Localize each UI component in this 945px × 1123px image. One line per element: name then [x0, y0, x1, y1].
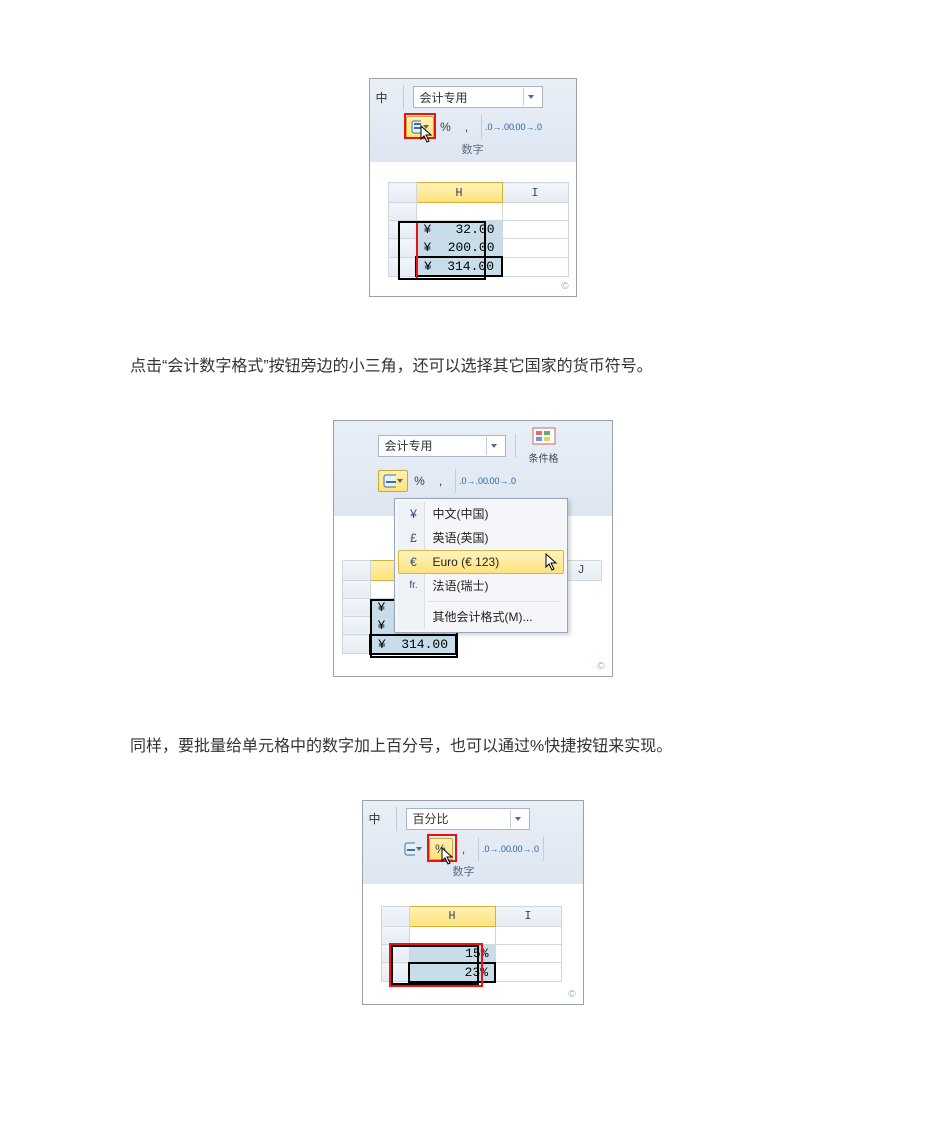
menu-item-gbp[interactable]: £ 英语(英国): [398, 526, 564, 550]
comma-style-button[interactable]: ,: [458, 116, 476, 138]
chevron-down-icon[interactable]: [523, 88, 538, 106]
cell-H-r2[interactable]: ¥200.00: [416, 239, 502, 258]
watermark: ©: [561, 281, 569, 292]
percent-style-button[interactable]: %: [436, 116, 456, 138]
col-header-I[interactable]: I: [495, 906, 561, 926]
menu-item-euro[interactable]: € Euro (€ 123): [398, 550, 564, 574]
number-format-dropdown[interactable]: 百分比: [406, 808, 530, 830]
align-snippet: 中: [369, 810, 387, 827]
figure-3: 中 百分比 % , .0→.00 .00→.0: [362, 800, 584, 1005]
ribbon-number-group: 中 会计专用 % ,: [370, 79, 576, 162]
conditional-formatting-button[interactable]: 条件格: [525, 427, 563, 465]
caption-2: 同样，要批量给单元格中的数字加上百分号，也可以通过%快捷按钮来实现。: [0, 725, 945, 770]
chevron-down-icon[interactable]: [486, 437, 501, 455]
comma-style-button[interactable]: ,: [432, 470, 450, 492]
worksheet[interactable]: H I 15% 23%: [381, 906, 562, 983]
number-format-dropdown[interactable]: 会计专用: [378, 435, 506, 457]
cell-H-r3[interactable]: ¥314.00: [370, 635, 456, 654]
group-label-number: 数字: [399, 861, 529, 882]
menu-item-more-formats[interactable]: 其他会计格式(M)...: [398, 605, 564, 629]
align-snippet: 中: [376, 89, 394, 106]
watermark: ©: [568, 989, 576, 1000]
number-format-label: 会计专用: [385, 437, 433, 454]
decrease-decimal-button[interactable]: .00→.0: [515, 116, 541, 138]
currency-dropdown-menu[interactable]: ¥ 中文(中国) £ 英语(英国) € Euro (€ 123) fr. 法语(…: [394, 498, 568, 633]
menu-item-cny[interactable]: ¥ 中文(中国): [398, 502, 564, 526]
decrease-decimal-button[interactable]: .00→.0: [512, 838, 538, 860]
cell-H-r1[interactable]: 15%: [409, 944, 495, 963]
increase-decimal-button[interactable]: .0→.00: [484, 838, 510, 860]
number-format-label: 会计专用: [420, 89, 468, 106]
menu-item-chf[interactable]: fr. 法语(瑞士): [398, 574, 564, 598]
chevron-down-icon[interactable]: [510, 810, 525, 828]
col-header-H[interactable]: H: [409, 906, 495, 926]
comma-style-button[interactable]: ,: [455, 838, 473, 860]
increase-decimal-button[interactable]: .0→.00: [487, 116, 513, 138]
number-format-dropdown[interactable]: 会计专用: [413, 86, 543, 108]
worksheet[interactable]: H I ¥32.00 ¥200.00: [388, 182, 569, 277]
group-label-number: 数字: [376, 139, 570, 160]
accounting-format-button[interactable]: [406, 116, 434, 138]
percent-style-button[interactable]: %: [410, 470, 430, 492]
accounting-format-button[interactable]: [378, 470, 408, 492]
figure-2: 会计专用 条件格 % , .0→.00 .: [333, 420, 613, 677]
percent-style-button[interactable]: %: [429, 838, 453, 860]
watermark: ©: [597, 661, 605, 672]
increase-decimal-button[interactable]: .0→.00: [461, 470, 487, 492]
decrease-decimal-button[interactable]: .00→.0: [489, 470, 515, 492]
cell-H-r2[interactable]: 23%: [409, 963, 495, 982]
col-header-H[interactable]: H: [416, 183, 502, 203]
cell-H-r3[interactable]: ¥314.00: [416, 257, 502, 276]
number-format-label: 百分比: [413, 810, 449, 827]
caption-1: 点击“会计数字格式”按钮旁边的小三角，还可以选择其它国家的货币符号。: [0, 345, 945, 390]
cell-H-r1[interactable]: ¥32.00: [416, 221, 502, 239]
accounting-format-button[interactable]: [399, 838, 427, 860]
ribbon-number-group: 中 百分比 % , .0→.00 .00→.0: [363, 801, 583, 884]
col-header-I[interactable]: I: [502, 183, 568, 203]
figure-1: 中 会计专用 % ,: [369, 78, 577, 297]
